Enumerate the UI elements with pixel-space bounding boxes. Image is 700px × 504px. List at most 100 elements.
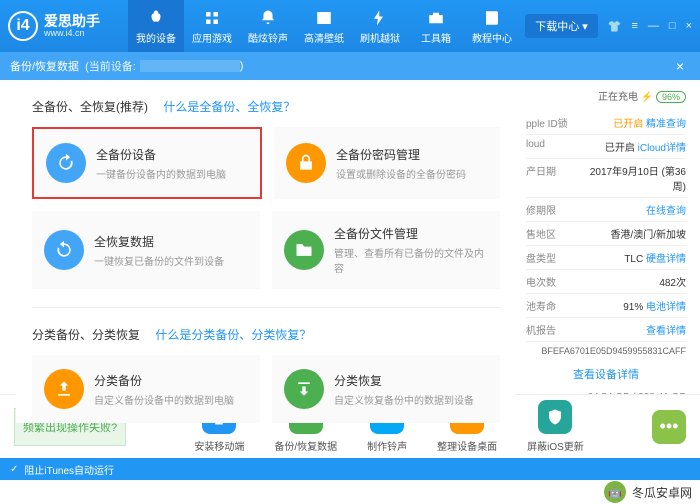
info-value: 2017年9月10日 (第36周) — [582, 163, 686, 193]
card-restore[interactable]: 全恢复数据 一键恢复已备份的文件到设备 — [32, 211, 260, 289]
main-nav: 我的设备 应用游戏 酷炫铃声 高清壁纸 刷机越狱 工具箱 教程中心 — [128, 0, 525, 52]
info-key: 盘类型 — [526, 250, 582, 265]
ecid-value: BFEFA6701E05D9459955831CAFF — [526, 342, 686, 360]
info-row: 盘类型 TLC 硬盘详情 — [526, 246, 686, 270]
card-folder[interactable]: 全备份文件管理 管理、查看所有已备份的文件及内容 — [272, 211, 500, 289]
card-backup[interactable]: 分类备份 自定义备份设备中的数据到电脑 — [32, 355, 260, 423]
view-device-detail-button[interactable]: 查看设备详情 — [526, 360, 686, 388]
info-row: 池寿命 91% 电池详情 — [526, 294, 686, 318]
card-desc: 设置或删除设备的全备份密码 — [336, 166, 466, 181]
nav-book[interactable]: 教程中心 — [464, 0, 520, 52]
info-key: loud — [526, 139, 582, 154]
card-desc: 自定义恢复备份中的数据到设备 — [334, 392, 474, 407]
titlebar: i4 爱思助手 www.i4.cn 我的设备 应用游戏 酷炫铃声 高清壁纸 刷机… — [0, 0, 700, 52]
maximize-button[interactable]: □ — [669, 20, 676, 32]
info-key: 修期限 — [526, 202, 582, 217]
card-title: 分类恢复 — [334, 372, 474, 389]
action-label: 制作铃声 — [367, 438, 407, 453]
logo-icon: i4 — [8, 11, 38, 41]
card-title: 全备份设备 — [96, 146, 226, 163]
card-title: 全恢复数据 — [94, 233, 224, 250]
info-link[interactable]: 电池详情 — [646, 302, 686, 313]
info-link[interactable]: iCloud详情 — [638, 143, 686, 154]
close-button[interactable]: × — [686, 20, 692, 32]
bell-icon — [258, 8, 278, 28]
card-title: 分类备份 — [94, 372, 234, 389]
shirt-icon[interactable]: 👕 — [608, 20, 622, 33]
action-label: 备份/恢复数据 — [274, 438, 337, 453]
lock-icon — [286, 143, 326, 183]
nav-label: 工具箱 — [421, 30, 451, 45]
action-label: 整理设备桌面 — [437, 438, 497, 453]
nav-label: 酷炫铃声 — [248, 30, 288, 45]
folder-icon — [284, 230, 324, 270]
card-desc: 一键恢复已备份的文件到设备 — [94, 253, 224, 268]
restore-icon — [44, 230, 84, 270]
info-value: 在线查询 — [582, 202, 686, 217]
what-is-full-backup-link[interactable]: 什么是全备份、全恢复？ — [163, 100, 295, 114]
card-refresh[interactable]: 全备份设备 一键备份设备内的数据到电脑 — [32, 127, 262, 199]
book-icon — [482, 8, 502, 28]
bolt-icon — [370, 8, 390, 28]
app-logo: i4 爱思助手 www.i4.cn — [8, 11, 128, 41]
info-value: 香港/澳门/新加坡 — [582, 226, 686, 241]
info-link[interactable]: 硬盘详情 — [646, 254, 686, 265]
app-name: 爱思助手 — [44, 14, 100, 28]
info-value: 已开启 iCloud详情 — [582, 139, 686, 154]
toolbox-icon — [426, 8, 446, 28]
info-link[interactable]: 精准查询 — [646, 119, 686, 130]
info-key: 池寿命 — [526, 298, 582, 313]
info-key: 电次数 — [526, 274, 582, 289]
info-value: 查看详情 — [582, 322, 686, 337]
info-row: pple ID锁 已开启 精准查询 — [526, 111, 686, 135]
card-title: 全备份文件管理 — [334, 225, 488, 242]
info-link[interactable]: 在线查询 — [646, 206, 686, 217]
status-text[interactable]: 阻止iTunes自动运行 — [24, 462, 114, 477]
nav-bell[interactable]: 酷炫铃声 — [240, 0, 296, 52]
download-center-button[interactable]: 下载中心 ▾ — [525, 14, 598, 38]
watermark: 🤖 冬瓜安卓网 — [596, 480, 700, 504]
watermark-icon: 🤖 — [604, 481, 626, 503]
image-icon — [314, 8, 334, 28]
info-row: 修期限 在线查询 — [526, 198, 686, 222]
nav-toolbox[interactable]: 工具箱 — [408, 0, 464, 52]
action-shield[interactable]: 屏蔽iOS更新 — [527, 400, 584, 453]
info-key: 机报告 — [526, 322, 582, 337]
info-link[interactable]: 查看详情 — [646, 326, 686, 337]
minimize-button[interactable]: — — [648, 20, 659, 32]
subbar: 备份/恢复数据 (当前设备: ) × — [0, 52, 700, 80]
info-value: TLC 硬盘详情 — [582, 250, 686, 265]
nav-image[interactable]: 高清壁纸 — [296, 0, 352, 52]
backup-icon — [44, 369, 84, 409]
app-url: www.i4.cn — [44, 28, 100, 38]
action-label: 屏蔽iOS更新 — [527, 438, 584, 453]
menu-icon[interactable]: ≡ — [631, 20, 637, 32]
apps-icon — [202, 8, 222, 28]
more-actions-button[interactable]: ••• — [652, 410, 686, 444]
subbar-close-button[interactable]: × — [670, 58, 690, 74]
charging-status: 正在充电 ⚡ 96% — [526, 88, 686, 103]
card-lock[interactable]: 全备份密码管理 设置或删除设备的全备份密码 — [274, 127, 500, 199]
device-name-redacted — [140, 60, 240, 72]
section-full-backup-title: 全备份、全恢复(推荐) 什么是全备份、全恢复？ — [32, 98, 516, 115]
info-row: 售地区 香港/澳门/新加坡 — [526, 222, 686, 246]
card-desc: 管理、查看所有已备份的文件及内容 — [334, 245, 488, 275]
nav-label: 教程中心 — [472, 30, 512, 45]
action-label: 安装移动端 — [194, 438, 244, 453]
nav-label: 我的设备 — [136, 30, 176, 45]
what-is-category-backup-link[interactable]: 什么是分类备份、分类恢复？ — [155, 328, 311, 342]
nav-apple[interactable]: 我的设备 — [128, 0, 184, 52]
device-info-panel: 正在充电 ⚡ 96% pple ID锁 已开启 精准查询 loud 已开启 iC… — [526, 88, 686, 422]
nav-label: 应用游戏 — [192, 30, 232, 45]
card-restore2[interactable]: 分类恢复 自定义恢复备份中的数据到设备 — [272, 355, 500, 423]
info-value: 91% 电池详情 — [582, 298, 686, 313]
info-value: 已开启 精准查询 — [582, 115, 686, 130]
card-desc: 一键备份设备内的数据到电脑 — [96, 166, 226, 181]
nav-apps[interactable]: 应用游戏 — [184, 0, 240, 52]
nav-label: 刷机越狱 — [360, 30, 400, 45]
status-bar: ✓ 阻止iTunes自动运行 — [0, 458, 700, 480]
info-row: 电次数 482次 — [526, 270, 686, 294]
apple-icon — [146, 8, 166, 28]
restore2-icon — [284, 369, 324, 409]
nav-bolt[interactable]: 刷机越狱 — [352, 0, 408, 52]
